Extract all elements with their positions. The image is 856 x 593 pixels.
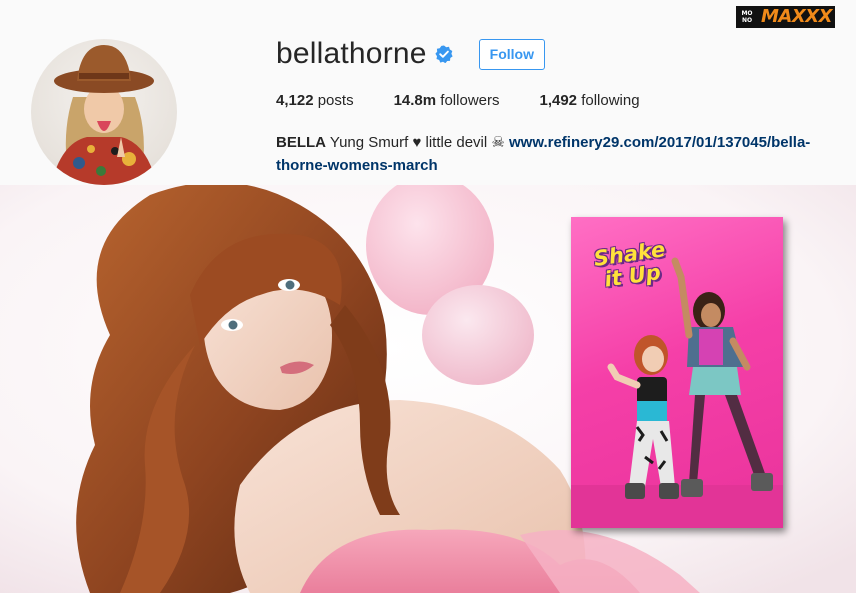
- shake-it-up-poster: Shake it Up: [571, 217, 783, 528]
- bio-link-part1: www.refinery29.com/2017/01/137045/bella-: [509, 134, 811, 151]
- bio-link-part2: thorne-womens-march: [276, 157, 438, 174]
- watermark-mono-bottom: NO: [741, 17, 753, 24]
- profile-username: bellathorne: [276, 37, 427, 70]
- poster-characters-icon: [571, 257, 783, 528]
- following-stat[interactable]: 1,492 following: [539, 92, 639, 109]
- watermark-mono-block: MO NO: [736, 6, 758, 28]
- verified-badge-icon: [435, 45, 453, 64]
- watermark-maxxx-text: MAXXX: [758, 6, 835, 28]
- monomaxxx-watermark-logo: MO NO MAXXX: [736, 6, 835, 28]
- profile-stats: 4,122 posts 14.8m followers 1,492 follow…: [276, 92, 680, 109]
- bio-text: Yung Smurf ♥︎ little devil ☠: [326, 134, 509, 151]
- followers-label: followers: [440, 92, 500, 109]
- username-row: bellathorne Follow: [276, 34, 545, 74]
- posts-label: posts: [317, 92, 354, 109]
- bio-name: BELLA: [276, 134, 326, 151]
- follow-button[interactable]: Follow: [478, 38, 545, 70]
- avatar-photo-icon: [51, 45, 157, 185]
- profile-avatar[interactable]: [31, 39, 177, 185]
- following-label: following: [581, 92, 640, 109]
- posts-count: 4,122: [276, 92, 314, 109]
- following-count: 1,492: [539, 92, 578, 109]
- followers-count: 14.8m: [393, 92, 437, 109]
- profile-header: bellathorne Follow 4,122 posts 14.8m fol…: [0, 0, 856, 185]
- featured-photo: Shake it Up: [0, 185, 856, 593]
- posts-stat: 4,122 posts: [276, 92, 354, 109]
- profile-bio: BELLA Yung Smurf ♥︎ little devil ☠ www.r…: [276, 131, 856, 177]
- followers-stat[interactable]: 14.8m followers: [394, 92, 500, 109]
- watermark-mono-top: MO: [741, 10, 753, 17]
